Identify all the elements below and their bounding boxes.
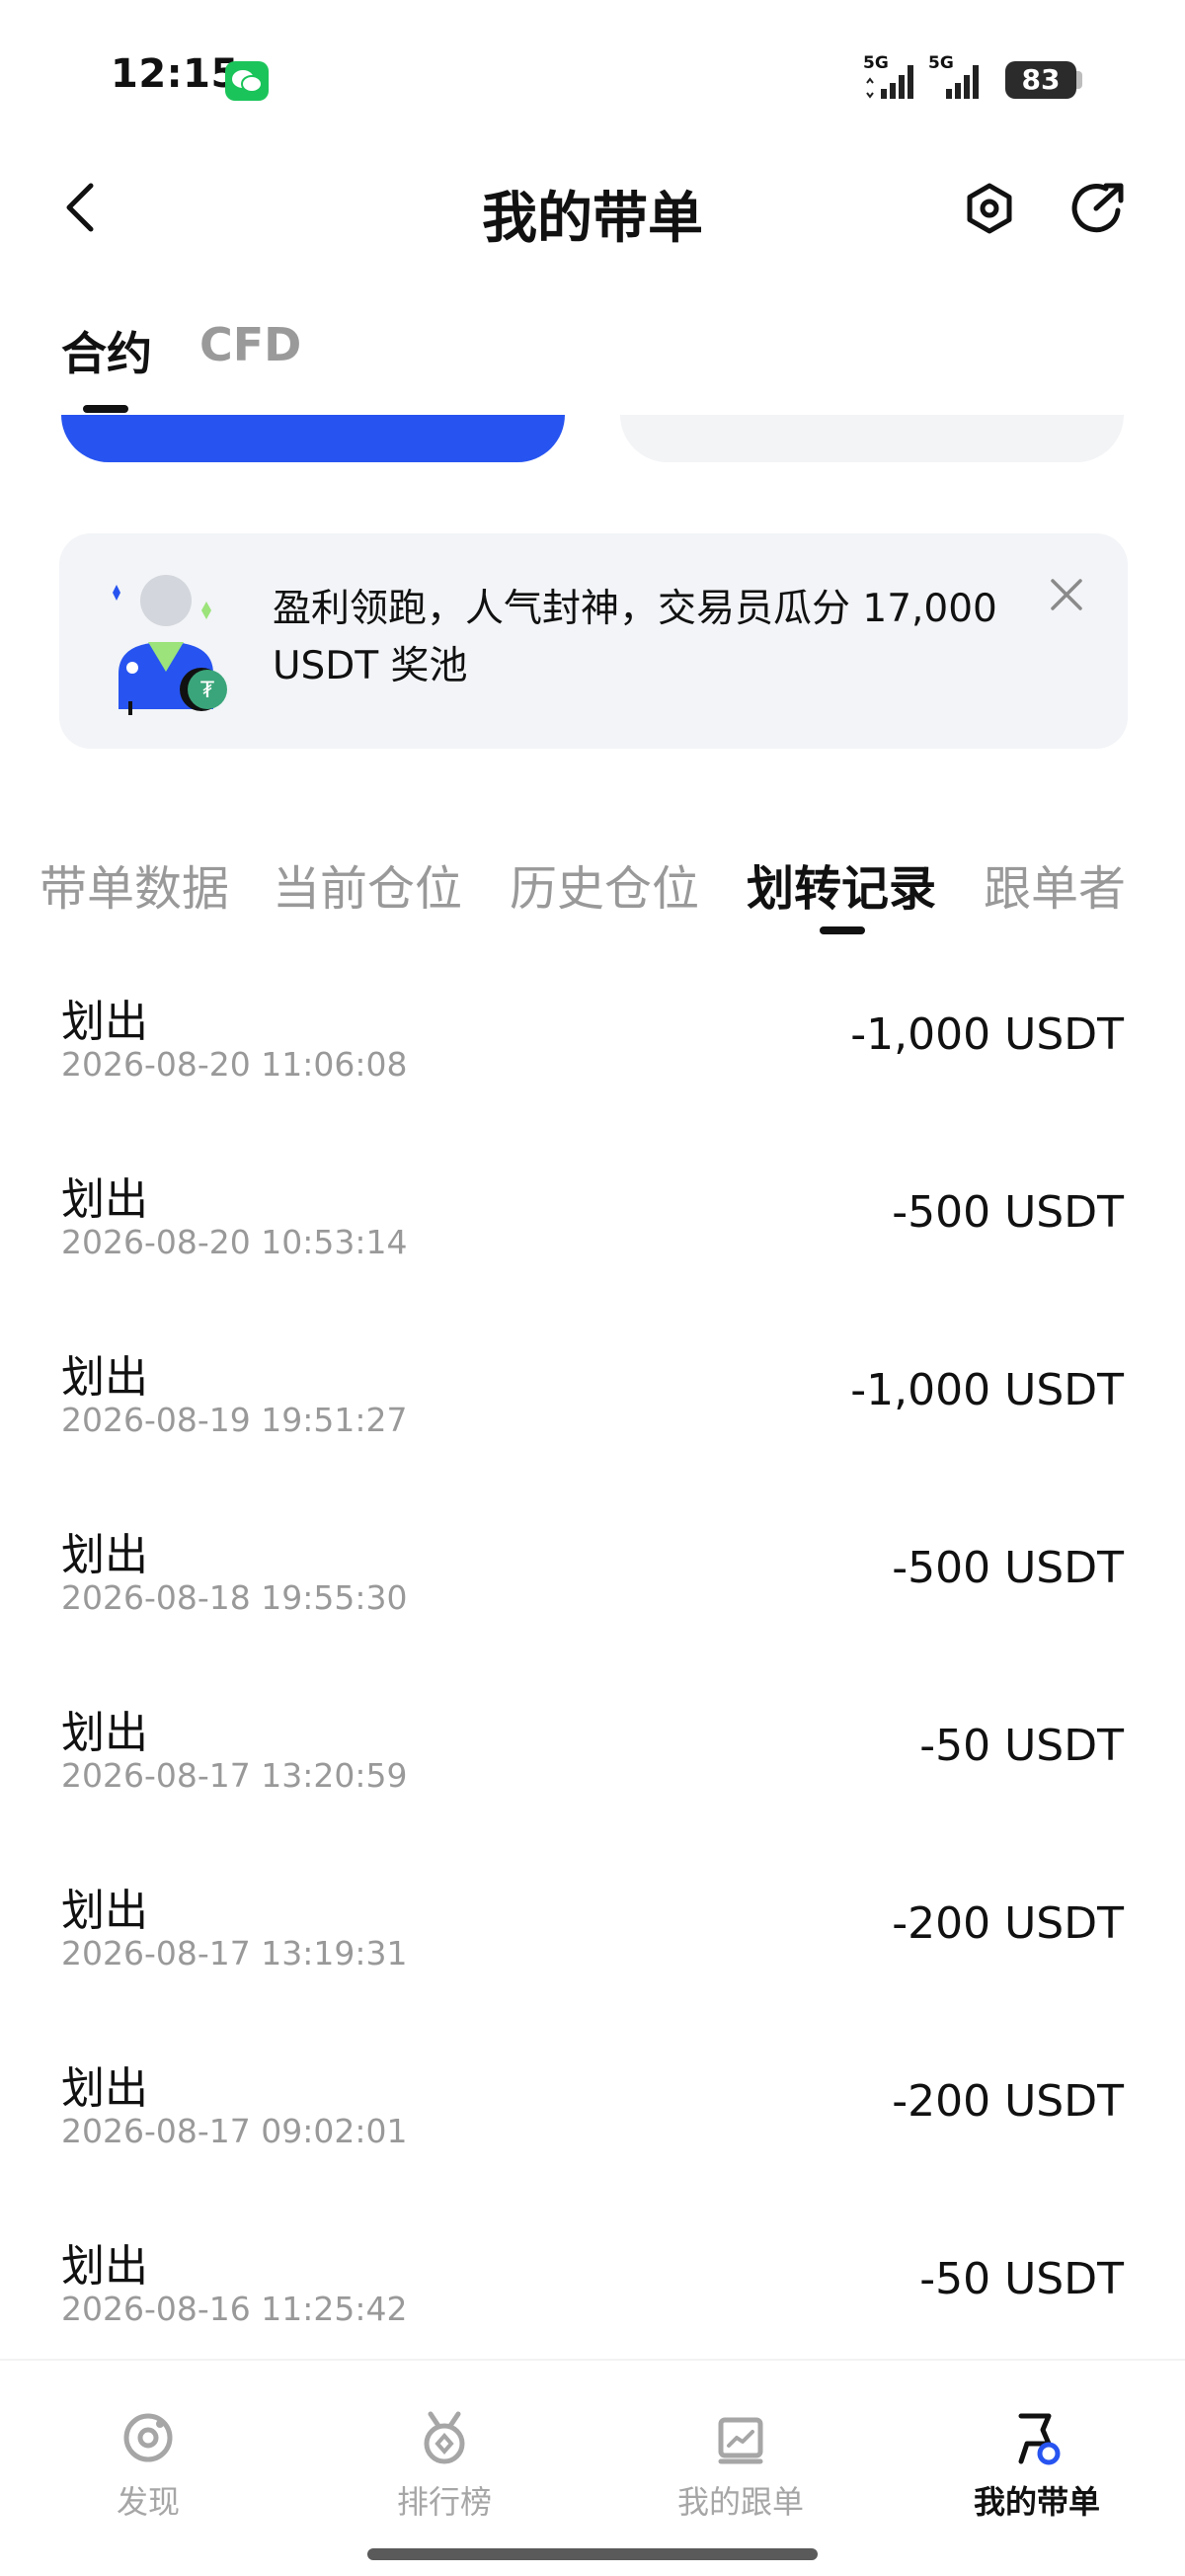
record-type: 划出 xyxy=(61,997,148,1047)
svg-text:₮: ₮ xyxy=(200,679,214,703)
list-item[interactable]: 划出 2026-08-17 13:20:59 -50 USDT xyxy=(0,1697,1185,1875)
nav-discover[interactable]: 发现 xyxy=(0,2410,296,2523)
record-time: 2026-08-17 13:20:59 xyxy=(61,1756,408,1795)
status-time: 12:15 xyxy=(111,51,239,97)
nav-my-lead-label: 我的带单 xyxy=(973,2483,1100,2521)
list-item[interactable]: 划出 2026-08-17 13:19:31 -200 USDT xyxy=(0,1875,1185,2053)
record-time: 2026-08-17 09:02:01 xyxy=(61,2112,408,2150)
record-time: 2026-08-16 11:25:42 xyxy=(61,2290,408,2328)
list-item[interactable]: 划出 2026-08-20 10:53:14 -500 USDT xyxy=(0,1164,1185,1341)
tab-contract[interactable]: 合约 xyxy=(61,318,152,383)
nav-leaderboard[interactable]: 排行榜 xyxy=(296,2410,592,2523)
record-type: 划出 xyxy=(61,1708,148,1758)
settings-icon[interactable] xyxy=(962,181,1017,236)
record-time: 2026-08-18 19:55:30 xyxy=(61,1578,408,1617)
card-inactive-partial[interactable] xyxy=(620,415,1124,462)
tab-history-positions[interactable]: 历史仓位 xyxy=(510,849,699,919)
record-type: 划出 xyxy=(61,2241,148,2292)
record-type: 划出 xyxy=(61,1174,148,1225)
card-active-partial[interactable] xyxy=(61,415,565,462)
signal-label: 5G xyxy=(863,53,889,73)
record-time: 2026-08-20 10:53:14 xyxy=(61,1223,408,1261)
record-type: 划出 xyxy=(61,1886,148,1936)
battery-icon: 83 xyxy=(1005,61,1076,99)
signal-label-2: 5G xyxy=(928,53,954,73)
record-amount: -200 USDT xyxy=(892,1898,1124,1949)
record-type: 划出 xyxy=(61,2063,148,2114)
record-amount: -1,000 USDT xyxy=(850,1365,1124,1415)
wechat-icon xyxy=(225,61,269,101)
home-indicator[interactable] xyxy=(367,2548,818,2560)
record-amount: -50 USDT xyxy=(919,2254,1124,2304)
record-time: 2026-08-19 19:51:27 xyxy=(61,1401,408,1439)
promo-text: 盈利领跑，人气封神，交易员瓜分 17,000 USDT 奖池 xyxy=(273,587,997,688)
record-type: 划出 xyxy=(61,1352,148,1403)
discover-icon xyxy=(123,2413,173,2462)
list-item[interactable]: 划出 2026-08-19 19:51:27 -1,000 USDT xyxy=(0,1341,1185,1519)
battery-nub xyxy=(1076,71,1082,89)
medal-icon xyxy=(424,2411,465,2464)
record-type: 划出 xyxy=(61,1530,148,1580)
nav-discover-label: 发现 xyxy=(116,2483,180,2521)
signal-icon-2: 5G xyxy=(928,53,988,103)
bottom-nav: 发现 排行榜 我的跟单 我的带单 xyxy=(0,2361,1185,2576)
list-item[interactable]: 划出 2026-08-17 09:02:01 -200 USDT xyxy=(0,2053,1185,2230)
record-time: 2026-08-17 13:19:31 xyxy=(61,1934,408,1972)
list-item[interactable]: 划出 2026-08-18 19:55:30 -500 USDT xyxy=(0,1519,1185,1697)
nav-my-copy[interactable]: 我的跟单 xyxy=(592,2410,889,2523)
tab-trading-data[interactable]: 带单数据 xyxy=(40,849,229,919)
nav-my-lead[interactable]: 我的带单 xyxy=(889,2410,1185,2523)
close-icon[interactable] xyxy=(1047,575,1086,614)
section-tabs: 带单数据 当前仓位 历史仓位 划转记录 跟单者 xyxy=(0,840,1185,919)
record-amount: -50 USDT xyxy=(919,1721,1124,1771)
tab-followers[interactable]: 跟单者 xyxy=(984,849,1126,919)
section-tab-underline xyxy=(820,926,865,934)
record-amount: -200 USDT xyxy=(892,2076,1124,2127)
flag-icon xyxy=(1018,2413,1061,2465)
list-item[interactable]: 划出 2026-08-20 11:06:08 -1,000 USDT xyxy=(0,986,1185,1164)
record-amount: -500 USDT xyxy=(892,1543,1124,1593)
tab-transfer-records[interactable]: 划转记录 xyxy=(747,849,936,919)
tab-cfd[interactable]: CFD xyxy=(199,318,301,371)
tab-current-positions[interactable]: 当前仓位 xyxy=(273,849,462,919)
share-icon[interactable] xyxy=(1066,181,1126,236)
signal-icon: 5G xyxy=(863,53,922,103)
tab-underline xyxy=(83,405,128,413)
record-amount: -500 USDT xyxy=(892,1187,1124,1238)
nav-my-copy-label: 我的跟单 xyxy=(676,2483,804,2521)
nav-leaderboard-label: 排行榜 xyxy=(396,2483,492,2521)
record-amount: -1,000 USDT xyxy=(850,1009,1124,1060)
trader-avatar-icon: ₮ xyxy=(107,563,255,721)
chart-icon xyxy=(718,2417,763,2464)
record-time: 2026-08-20 11:06:08 xyxy=(61,1045,408,1084)
